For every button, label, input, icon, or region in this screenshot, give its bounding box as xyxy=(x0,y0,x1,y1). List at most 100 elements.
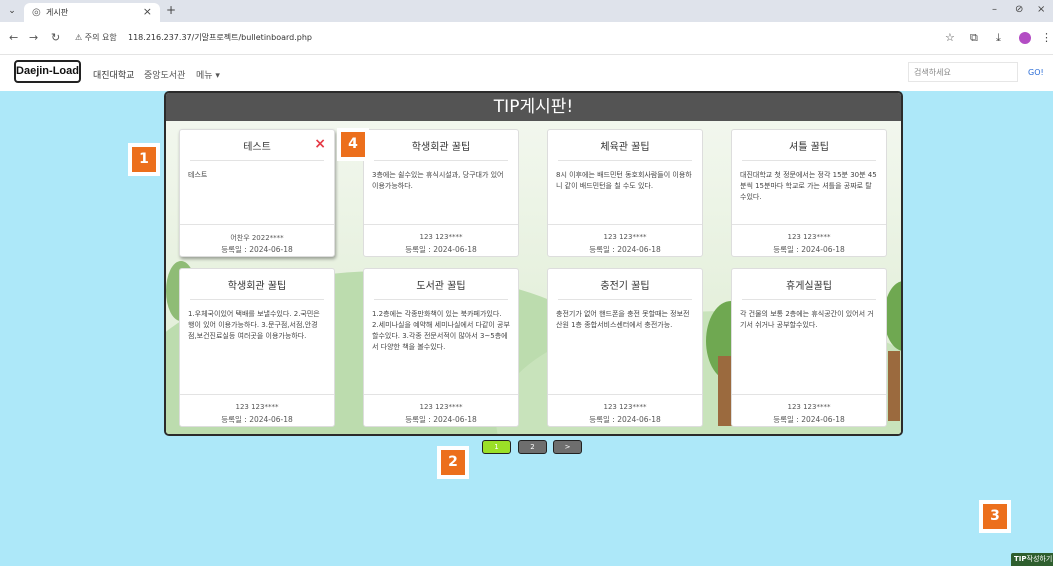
card-title: 충전기 꿀팁 xyxy=(600,281,650,292)
card-footer: 어찬우 2022**** 등록일 : 2024-06-18 xyxy=(180,224,334,256)
delete-icon[interactable]: × xyxy=(314,136,326,152)
card-body: 8시 이후에는 배드민턴 동호회사람들이 이용하니 같이 배드민턴을 칠 수도 … xyxy=(556,171,692,190)
card-divider xyxy=(742,160,876,161)
card-author: 123 123**** xyxy=(787,233,831,241)
search-input[interactable] xyxy=(908,62,1018,82)
tip-card[interactable]: 도서관 꿀팁 1.2층에는 각종만화책이 있는 북카페가있다. 2.세미나실을 … xyxy=(363,268,519,427)
card-date: 등록일 : 2024-06-18 xyxy=(773,245,845,254)
annotation-badge: 3 xyxy=(979,500,1011,533)
card-divider xyxy=(374,160,508,161)
card-footer: 123 123**** 등록일 : 2024-06-18 xyxy=(732,394,886,426)
bookmark-star-icon[interactable]: ☆ xyxy=(945,31,955,44)
card-body: 테스트 xyxy=(188,171,208,179)
back-icon[interactable]: ← xyxy=(9,31,18,44)
tab-title: 게시판 xyxy=(46,8,69,17)
card-footer: 123 123**** 등록일 : 2024-06-18 xyxy=(732,224,886,256)
card-divider xyxy=(558,160,692,161)
new-tab-icon[interactable]: + xyxy=(166,3,176,17)
tip-card[interactable]: 셔틀 꿀팁 대진대학교 첫 정문에서는 정각 15분 30분 45분씩 15분마… xyxy=(731,129,887,257)
tree-trunk xyxy=(888,351,900,421)
card-date: 등록일 : 2024-06-18 xyxy=(589,415,661,424)
restore-icon[interactable]: ⊘ xyxy=(1015,4,1023,15)
card-footer: 123 123**** 등록일 : 2024-06-18 xyxy=(548,224,702,256)
card-divider xyxy=(190,299,324,300)
card-title: 테스트 xyxy=(243,142,271,153)
site-header: Daejin-Load 대진대학교 중앙도서관 메뉴 ▾ GO! xyxy=(0,55,1053,91)
card-author: 어찬우 2022**** xyxy=(230,234,284,242)
tab-close-icon[interactable]: × xyxy=(143,5,152,18)
card-author: 123 123**** xyxy=(603,403,647,411)
reload-icon[interactable]: ↻ xyxy=(51,31,60,44)
card-date: 등록일 : 2024-06-18 xyxy=(773,415,845,424)
card-body: 각 건물의 보통 2층에는 휴식공간이 있어서 거기서 쉬거나 공부할수있다. xyxy=(740,310,874,329)
card-divider xyxy=(374,299,508,300)
profile-avatar[interactable] xyxy=(1019,32,1031,44)
tip-board: TIP게시판! 테스트 × 테스트 어찬우 2022**** 등록일 : 202… xyxy=(164,91,903,436)
extensions-icon[interactable]: ⧉ xyxy=(970,31,978,45)
card-date: 등록일 : 2024-06-18 xyxy=(405,415,477,424)
write-tip-bold: TIP xyxy=(1014,555,1027,563)
board-title: TIP게시판! xyxy=(166,93,901,121)
card-footer: 123 123**** 등록일 : 2024-06-18 xyxy=(548,394,702,426)
annotation-badge: 4 xyxy=(337,128,369,161)
next-page-button[interactable]: > xyxy=(553,440,582,454)
card-author: 123 123**** xyxy=(235,403,279,411)
main-content: TIP게시판! 테스트 × 테스트 어찬우 2022**** 등록일 : 202… xyxy=(0,91,1053,566)
browser-tab[interactable]: ◎ 게시판 × xyxy=(24,3,160,22)
card-divider xyxy=(742,299,876,300)
tip-card[interactable]: 충전기 꿀팁 충전기가 없어 핸드폰을 충전 못할때는 정보전산원 1층 종합서… xyxy=(547,268,703,427)
card-title: 학생회관 꿀팁 xyxy=(227,281,287,292)
card-author: 123 123**** xyxy=(603,233,647,241)
card-footer: 123 123**** 등록일 : 2024-06-18 xyxy=(180,394,334,426)
browser-tab-bar: ⌄ ◎ 게시판 × + – ⊘ × xyxy=(0,0,1053,22)
search-go-button[interactable]: GO! xyxy=(1028,68,1044,77)
card-author: 123 123**** xyxy=(419,403,463,411)
write-tip-label: 작성하기 xyxy=(1026,555,1053,563)
card-footer: 123 123**** 등록일 : 2024-06-18 xyxy=(364,224,518,256)
browser-menu-icon[interactable]: ⋮ xyxy=(1041,31,1052,44)
page-button-1[interactable]: 1 xyxy=(482,440,511,454)
tip-card[interactable]: 학생회관 꿀팁 1.우체국이있어 택배를 보낼수있다. 2.국민은행이 있어 이… xyxy=(179,268,335,427)
card-body: 1.우체국이있어 택배를 보낼수있다. 2.국민은행이 있어 이용가능하다. 3… xyxy=(188,310,320,340)
card-title: 셔틀 꿀팁 xyxy=(789,142,829,153)
annotation-badge: 2 xyxy=(437,446,469,479)
card-divider xyxy=(558,299,692,300)
card-author: 123 123**** xyxy=(419,233,463,241)
globe-icon: ◎ xyxy=(32,7,41,18)
security-warning-label: 주의 요함 xyxy=(84,33,117,42)
card-date: 등록일 : 2024-06-18 xyxy=(589,245,661,254)
card-body: 1.2층에는 각종만화책이 있는 북카페가있다. 2.세미나실을 예약해 세미나… xyxy=(372,310,510,351)
card-date: 등록일 : 2024-06-18 xyxy=(221,245,293,254)
nav-daejin[interactable]: 대진대학교 xyxy=(93,68,134,81)
nav-menu-dropdown[interactable]: 메뉴 ▾ xyxy=(196,68,220,81)
card-date: 등록일 : 2024-06-18 xyxy=(405,245,477,254)
page-button-2[interactable]: 2 xyxy=(518,440,547,454)
card-divider xyxy=(190,160,324,161)
card-title: 휴게실꿀팁 xyxy=(786,281,832,292)
card-title: 체육관 꿀팁 xyxy=(600,142,650,153)
annotation-badge: 1 xyxy=(128,143,160,176)
card-author: 123 123**** xyxy=(787,403,831,411)
tree-trunk xyxy=(718,356,732,426)
write-tip-button[interactable]: TIP작성하기 xyxy=(1011,553,1053,566)
card-body: 3층에는 쉴수있는 휴식시설과, 당구대가 있어 이용가능하다. xyxy=(372,171,504,190)
site-logo[interactable]: Daejin-Load xyxy=(14,60,81,83)
close-window-icon[interactable]: × xyxy=(1037,4,1045,15)
minimize-icon[interactable]: – xyxy=(992,4,997,15)
card-footer: 123 123**** 등록일 : 2024-06-18 xyxy=(364,394,518,426)
card-body: 대진대학교 첫 정문에서는 정각 15분 30분 45분씩 15분마다 학교로 … xyxy=(740,171,877,201)
tip-card[interactable]: 학생회관 꿀팁 3층에는 쉴수있는 휴식시설과, 당구대가 있어 이용가능하다.… xyxy=(363,129,519,257)
download-icon[interactable]: ⤓ xyxy=(996,31,1001,45)
tip-card[interactable]: 휴게실꿀팁 각 건물의 보통 2층에는 휴식공간이 있어서 거기서 쉬거나 공부… xyxy=(731,268,887,427)
card-title: 학생회관 꿀팁 xyxy=(411,142,471,153)
card-date: 등록일 : 2024-06-18 xyxy=(221,415,293,424)
security-warning[interactable]: ⚠ 주의 요함 xyxy=(75,32,117,43)
url-field[interactable]: 118.216.237.37/기말프로젝트/bulletinboard.php xyxy=(128,32,312,43)
tip-card[interactable]: 체육관 꿀팁 8시 이후에는 배드민턴 동호회사람들이 이용하니 같이 배드민턴… xyxy=(547,129,703,257)
card-body: 충전기가 없어 핸드폰을 충전 못할때는 정보전산원 1층 종합서비스센터에서 … xyxy=(556,310,690,329)
card-title: 도서관 꿀팁 xyxy=(416,281,466,292)
forward-icon[interactable]: → xyxy=(29,31,38,44)
nav-library[interactable]: 중앙도서관 xyxy=(144,68,185,81)
tab-search-icon[interactable]: ⌄ xyxy=(5,4,19,18)
tip-card[interactable]: 테스트 × 테스트 어찬우 2022**** 등록일 : 2024-06-18 xyxy=(179,129,335,257)
